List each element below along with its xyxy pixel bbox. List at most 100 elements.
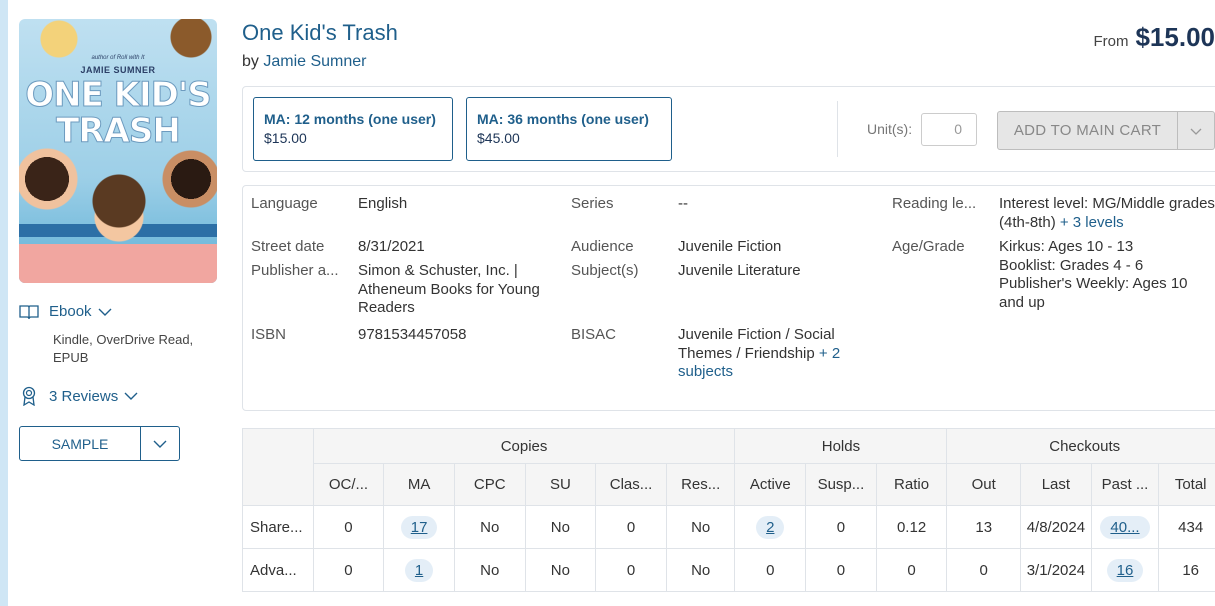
table-cell: 0: [875, 548, 948, 592]
audience-key: Audience: [571, 238, 634, 255]
cover-author-prefix: author of Roll with It: [91, 55, 145, 61]
table-cell: 1: [383, 548, 455, 592]
chevron-down-icon: [1190, 128, 1202, 135]
publisher-value: Simon & Schuster, Inc. | Atheneum Books …: [358, 262, 540, 316]
col-header[interactable]: Susp...: [805, 463, 877, 506]
col-header[interactable]: Past ...: [1090, 463, 1160, 506]
reviews-dropdown[interactable]: 3 Reviews: [19, 386, 138, 406]
col-header[interactable]: Last: [1020, 463, 1092, 506]
table-cell: 0: [595, 548, 667, 592]
group-copies: Copies: [312, 428, 736, 464]
license-name: MA: 12 months (one user): [264, 111, 436, 127]
table-cell: 434: [1158, 505, 1215, 549]
age-grade-key: Age/Grade: [892, 238, 965, 255]
past-checkouts-link[interactable]: 40...: [1100, 515, 1150, 539]
col-header[interactable]: Out: [946, 463, 1022, 506]
series-key: Series: [571, 195, 614, 212]
col-header[interactable]: Res...: [665, 463, 736, 506]
subjects-value: Juvenile Literature: [678, 262, 801, 279]
col-header[interactable]: Active: [734, 463, 807, 506]
table-cell: 0: [595, 505, 667, 549]
chevron-down-icon: [98, 308, 112, 316]
age-kirkus: Kirkus: Ages 10 - 13: [999, 238, 1134, 255]
table-cell: No: [453, 505, 526, 549]
table-cell: No: [665, 548, 736, 592]
units-label: Unit(s):: [867, 121, 913, 137]
group-checkouts: Checkouts: [946, 428, 1215, 464]
table-cell: 40...: [1090, 505, 1160, 549]
col-header[interactable]: OC/...: [312, 463, 385, 506]
license-option-36-months[interactable]: MA: 36 months (one user) $45.00: [466, 97, 672, 161]
units-input[interactable]: 0: [921, 113, 977, 146]
bisac-text: Juvenile Fiction / Social Themes / Frien…: [678, 326, 835, 362]
product-detail-frame: author of Roll with It JAMIE SUMNER ONE …: [8, 0, 1215, 606]
book-title[interactable]: One Kid's Trash: [242, 20, 398, 46]
table-cell: No: [524, 548, 597, 592]
author-link[interactable]: Jamie Sumner: [263, 53, 366, 70]
past-checkouts-link[interactable]: 16: [1106, 558, 1144, 582]
table-cell: 0: [946, 548, 1022, 592]
ma-link[interactable]: 17: [400, 515, 438, 539]
byline: by Jamie Sumner: [242, 53, 367, 71]
license-panel: MA: 12 months (one user) $15.00 MA: 36 m…: [242, 86, 1215, 172]
sample-button[interactable]: SAMPLE: [20, 427, 141, 460]
table-cell: 4/8/2024: [1020, 505, 1092, 549]
col-header[interactable]: CPC: [453, 463, 526, 506]
group-holds: Holds: [734, 428, 948, 464]
publisher-key: Publisher a...: [251, 262, 339, 279]
table-cell: 16: [1158, 548, 1215, 592]
street-date-value: 8/31/2021: [358, 238, 425, 255]
active-holds-link[interactable]: 2: [756, 515, 785, 539]
price: From $15.00: [1093, 22, 1215, 53]
age-grade-value: Kirkus: Ages 10 - 13 Booklist: Grades 4 …: [999, 238, 1199, 312]
award-icon: [22, 386, 36, 406]
table-cell: 3/1/2024: [1020, 548, 1092, 592]
cover-title-line2: TRASH: [56, 111, 182, 152]
chevron-down-icon: [124, 392, 138, 400]
details-panel: Language English Series -- Reading le...…: [242, 185, 1215, 411]
table-cell: No: [524, 505, 597, 549]
col-header[interactable]: Clas...: [595, 463, 667, 506]
subjects-key: Subject(s): [571, 262, 639, 279]
audience-value: Juvenile Fiction: [678, 238, 782, 255]
table-cell: 13: [946, 505, 1022, 549]
add-to-cart-split-button: ADD TO MAIN CART: [997, 111, 1215, 150]
ma-link[interactable]: 1: [404, 558, 434, 582]
sample-split-button: SAMPLE: [19, 426, 180, 461]
cover-author: JAMIE SUMNER: [80, 65, 156, 75]
add-to-cart-button[interactable]: ADD TO MAIN CART: [998, 112, 1178, 149]
language-key: Language: [251, 195, 318, 212]
book-cover[interactable]: author of Roll with It JAMIE SUMNER ONE …: [19, 19, 217, 283]
price-prefix: From: [1093, 33, 1129, 50]
sample-dropdown-toggle[interactable]: [141, 427, 179, 460]
reading-level-more-link[interactable]: + 3 levels: [1060, 214, 1124, 231]
book-icon: [19, 304, 39, 319]
language-value: English: [358, 195, 408, 212]
col-header[interactable]: SU: [524, 463, 597, 506]
table-cell: 0: [805, 505, 877, 549]
format-dropdown[interactable]: Ebook: [19, 303, 112, 320]
chevron-down-icon: [153, 440, 167, 448]
age-booklist: Booklist: Grades 4 - 6: [999, 256, 1144, 274]
license-name: MA: 36 months (one user): [477, 111, 649, 127]
age-pw: Publisher's Weekly: Ages 10 and up: [999, 275, 1188, 311]
reading-level-value: Interest level: MG/Middle grades (4th-8t…: [999, 195, 1215, 232]
col-header[interactable]: Total: [1158, 463, 1215, 506]
table-cell: 16: [1090, 548, 1160, 592]
table-cell: 17: [383, 505, 455, 549]
table-cell: No: [453, 548, 526, 592]
col-header[interactable]: Ratio: [875, 463, 948, 506]
reading-level-key: Reading le...: [892, 195, 977, 212]
street-date-key: Street date: [251, 238, 325, 255]
col-header[interactable]: MA: [383, 463, 455, 506]
group-header-row: Copies Holds Checkouts: [242, 428, 1215, 506]
license-option-12-months[interactable]: MA: 12 months (one user) $15.00: [253, 97, 453, 161]
isbn-key: ISBN: [251, 326, 287, 343]
cover-title-line1: ONE KID'S: [25, 75, 213, 116]
table-cell: 0: [734, 548, 807, 592]
table-corner: [242, 428, 314, 506]
table-cell: 0: [312, 505, 385, 549]
divider: [837, 101, 838, 157]
cart-dropdown-toggle[interactable]: [1178, 112, 1214, 149]
table-cell: No: [665, 505, 736, 549]
